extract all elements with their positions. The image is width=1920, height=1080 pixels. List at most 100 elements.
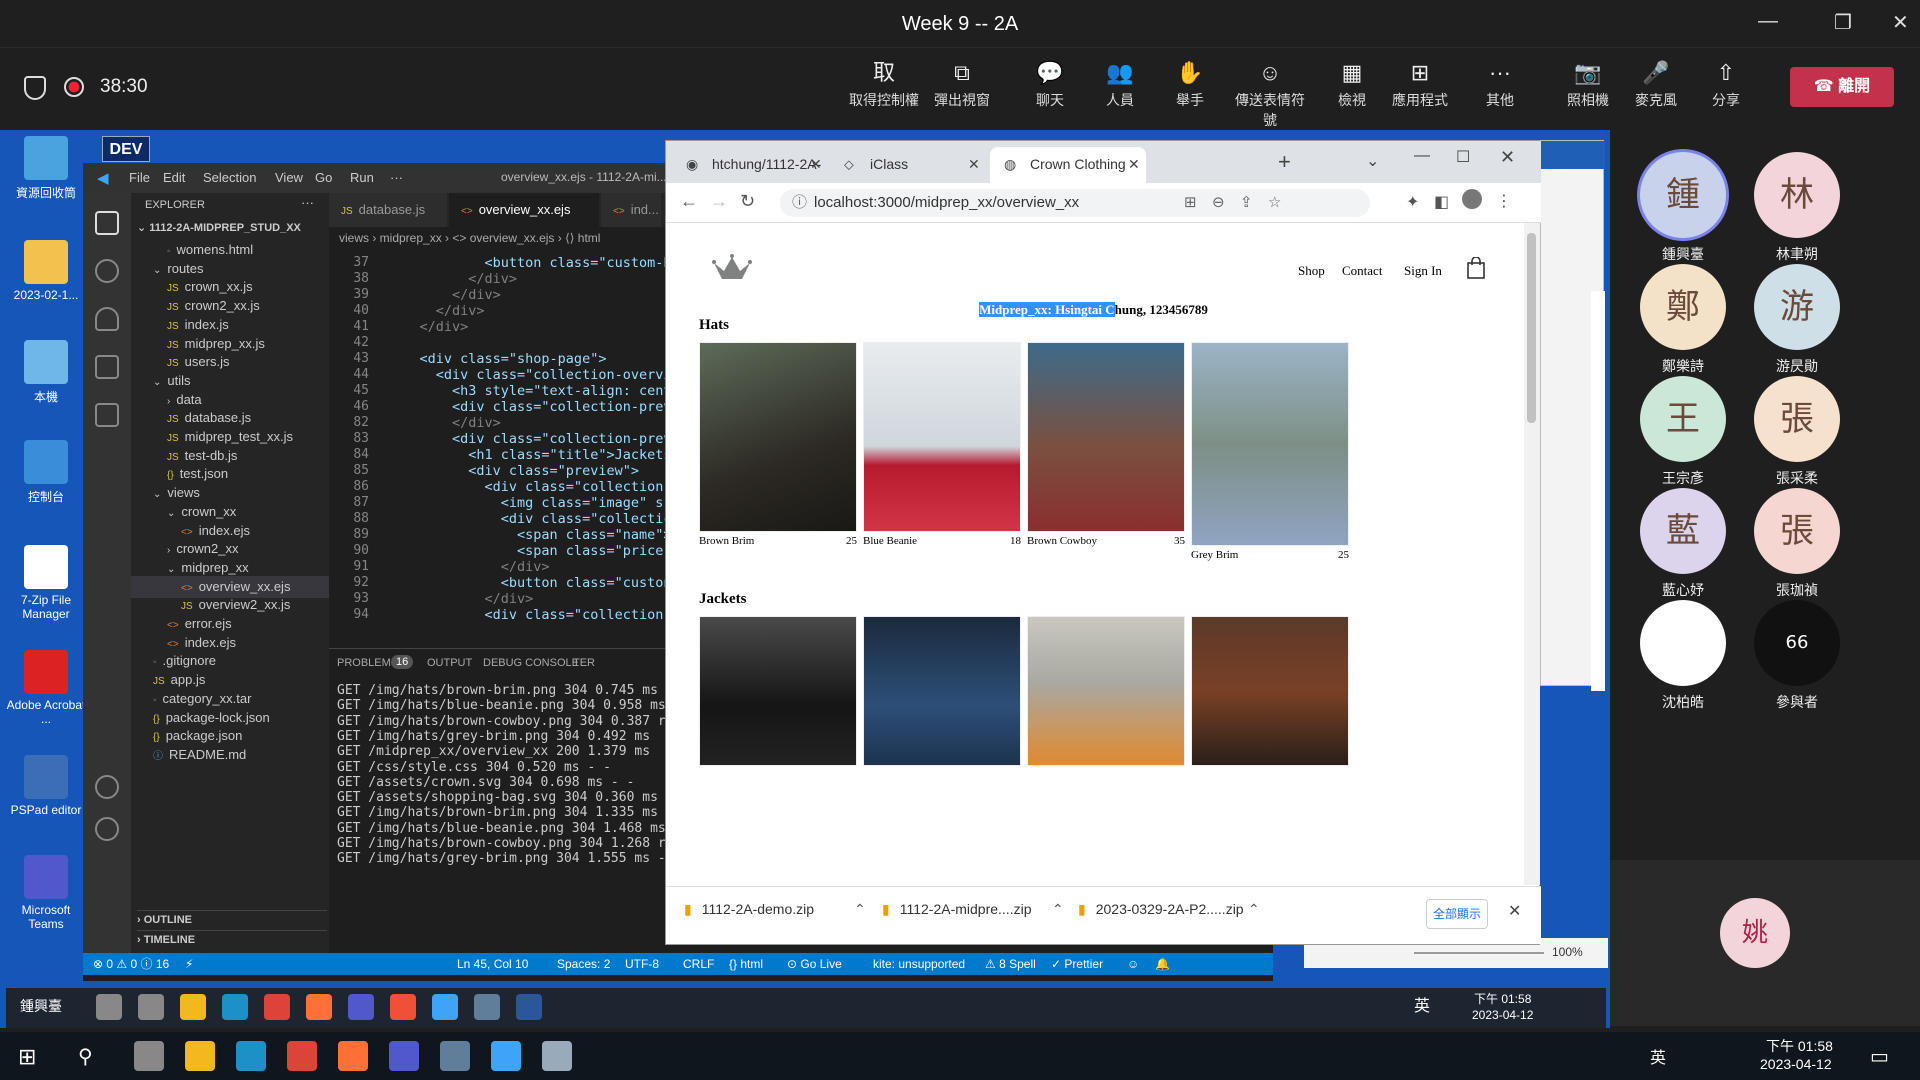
- toolbar-10[interactable]: 🎤 麥克風: [1618, 58, 1694, 110]
- back-icon[interactable]: ←: [680, 191, 698, 212]
- download-item[interactable]: ▮ 1112-2A-demo.zip ⌃: [684, 901, 870, 918]
- info-icon[interactable]: ⓘ: [792, 189, 807, 217]
- tab-close-icon[interactable]: ✕: [810, 147, 822, 181]
- toolbar-0[interactable]: 取取得控制權: [846, 58, 922, 110]
- menu-4[interactable]: Go: [315, 170, 332, 185]
- panel-tab-0[interactable]: PROBLEMS: [337, 657, 398, 669]
- hat-image[interactable]: [1027, 342, 1185, 532]
- status-encoding[interactable]: UTF-8: [625, 953, 659, 975]
- menu-3[interactable]: View: [275, 170, 303, 185]
- participant[interactable]: 鍾鍾興臺: [1638, 152, 1728, 264]
- hat-image[interactable]: [699, 342, 857, 532]
- menu-2[interactable]: Selection: [203, 170, 256, 185]
- show-all-button[interactable]: 全部顯示: [1426, 899, 1488, 929]
- download-item[interactable]: ▮ 2023-0329-2A-P2.....zip ⌃: [1078, 901, 1264, 918]
- settings-gear-icon[interactable]: [95, 817, 119, 841]
- toolbar-6[interactable]: ▦ 檢視: [1314, 58, 1390, 110]
- tab-1[interactable]: <> overview_xx.ejs: [449, 193, 599, 227]
- hat-item[interactable]: Blue Beanie 18: [863, 342, 1021, 547]
- shopping-bag-icon[interactable]: [1466, 257, 1486, 279]
- status-prettier[interactable]: ✓ Prettier: [1051, 953, 1103, 975]
- participant[interactable]: 林林聿朔: [1752, 152, 1842, 264]
- nav-link-2[interactable]: Sign In: [1404, 263, 1442, 279]
- breadcrumb[interactable]: views › midprep_xx › <> overview_xx.ejs …: [329, 227, 600, 249]
- menu-0[interactable]: File: [129, 170, 150, 185]
- menu-6[interactable]: ···: [390, 170, 403, 185]
- download-item[interactable]: ▮ 1112-2A-midpre....zip ⌃: [882, 901, 1068, 918]
- status-kite[interactable]: kite: unsupported: [873, 953, 965, 975]
- outline-section[interactable]: › OUTLINE: [137, 910, 327, 926]
- toolbar-8[interactable]: ··· 其他: [1462, 58, 1538, 110]
- participant[interactable]: 沈柏皓: [1638, 600, 1728, 712]
- taskbar-app-icon[interactable]: [440, 1041, 470, 1071]
- tab-close-icon[interactable]: ✕: [1128, 147, 1140, 181]
- desktop-icon-4[interactable]: 7-Zip File Manager: [6, 545, 86, 621]
- status-golive[interactable]: ⊙ Go Live: [787, 953, 842, 975]
- address-bar[interactable]: ⓘ localhost:3000/midprep_xx/overview_xx …: [780, 189, 1370, 217]
- windows-start-icon[interactable]: ⊞: [18, 1044, 36, 1070]
- new-tab-icon[interactable]: +: [1278, 149, 1291, 175]
- menu-5[interactable]: Run: [350, 170, 374, 185]
- close-window-icon[interactable]: ✕: [1500, 147, 1515, 168]
- participant[interactable]: 藍藍心妤: [1638, 488, 1728, 600]
- zoom-slider[interactable]: [1414, 952, 1544, 954]
- toolbar-9[interactable]: 📷 照相機: [1550, 58, 1626, 110]
- toolbar-7[interactable]: ⊞ 應用程式: [1382, 58, 1458, 110]
- page-scrollbar[interactable]: [1524, 223, 1540, 885]
- search-icon[interactable]: ⚲: [78, 1044, 93, 1069]
- bookmark-star-icon[interactable]: ☆: [1268, 189, 1281, 217]
- toolbar-4[interactable]: ✋ 舉手: [1152, 58, 1228, 110]
- jacket-image[interactable]: [1027, 616, 1185, 766]
- taskbar-app-icon[interactable]: [474, 994, 500, 1020]
- status-eol[interactable]: CRLF: [683, 953, 714, 975]
- chrome-menu-icon[interactable]: ⋮: [1496, 191, 1512, 211]
- taskbar-app-icon[interactable]: [134, 1041, 164, 1071]
- explorer-icon[interactable]: [95, 211, 119, 235]
- maximize-icon[interactable]: ☐: [1456, 147, 1470, 167]
- nav-link-0[interactable]: Shop: [1298, 263, 1325, 279]
- taskbar-app-icon[interactable]: [432, 994, 458, 1020]
- participant[interactable]: 66 參與者: [1752, 600, 1842, 712]
- translate-icon[interactable]: ⊞: [1184, 189, 1197, 217]
- zoom-icon[interactable]: ⊖: [1212, 189, 1225, 217]
- more-icon[interactable]: ···: [301, 195, 314, 210]
- menu-1[interactable]: Edit: [163, 170, 185, 185]
- extensions-icon[interactable]: ✦: [1406, 192, 1419, 212]
- status-problems[interactable]: ⊗ 0 ⚠ 0 ⓘ 16: [93, 953, 169, 975]
- taskbar-app-icon[interactable]: [287, 1041, 317, 1071]
- taskbar-app-icon[interactable]: [185, 1041, 215, 1071]
- participant[interactable]: 鄭鄭樂詩: [1638, 264, 1728, 376]
- participant[interactable]: 張張珈禎: [1752, 488, 1842, 600]
- taskbar-app-icon[interactable]: [222, 994, 248, 1020]
- reload-icon[interactable]: ↻: [740, 191, 755, 212]
- sync-icon[interactable]: ⚡: [185, 953, 193, 975]
- search-icon[interactable]: [95, 259, 119, 283]
- desktop-icon-3[interactable]: 控制台: [6, 440, 86, 505]
- toolbar-3[interactable]: 👥 人員: [1082, 58, 1158, 110]
- toolbar-11[interactable]: ⇧ 分享: [1688, 58, 1764, 110]
- chrome-tab-0[interactable]: ◉htchung/1112-2A-db✕: [672, 147, 828, 206]
- toolbar-1[interactable]: ⧉ 彈出視窗: [924, 58, 1000, 110]
- hat-item[interactable]: Brown Cowboy 35: [1027, 342, 1185, 547]
- status-language[interactable]: {} html: [729, 953, 763, 975]
- jacket-image[interactable]: [1191, 616, 1349, 766]
- hat-image[interactable]: [863, 342, 1021, 532]
- chevron-up-icon[interactable]: ⌃: [1052, 901, 1064, 918]
- desktop-icon-2[interactable]: 本機: [6, 340, 86, 405]
- chevron-up-icon[interactable]: ⌃: [854, 901, 866, 918]
- profile-avatar[interactable]: [1462, 189, 1482, 209]
- participant[interactable]: 張張采柔: [1752, 376, 1842, 488]
- bell-icon[interactable]: 🔔: [1155, 953, 1170, 975]
- tree-item[interactable]: ⓘ README.md: [131, 744, 329, 766]
- taskbar-app-icon[interactable]: [491, 1041, 521, 1071]
- panel-tab-2[interactable]: DEBUG CONSOLE: [483, 657, 579, 669]
- share-icon[interactable]: ⇪: [1240, 189, 1253, 217]
- tab-close-icon[interactable]: ✕: [968, 147, 980, 181]
- minimize-icon[interactable]: —: [1758, 10, 1778, 33]
- leave-button[interactable]: ☎ 離開: [1790, 67, 1894, 107]
- panel-tab-1[interactable]: OUTPUT: [427, 657, 472, 669]
- ime-indicator[interactable]: 英: [1650, 1044, 1666, 1068]
- participant[interactable]: 游游昃勛: [1752, 264, 1842, 376]
- taskbar-app-icon[interactable]: [542, 1041, 572, 1071]
- feedback-icon[interactable]: ☺: [1127, 953, 1139, 975]
